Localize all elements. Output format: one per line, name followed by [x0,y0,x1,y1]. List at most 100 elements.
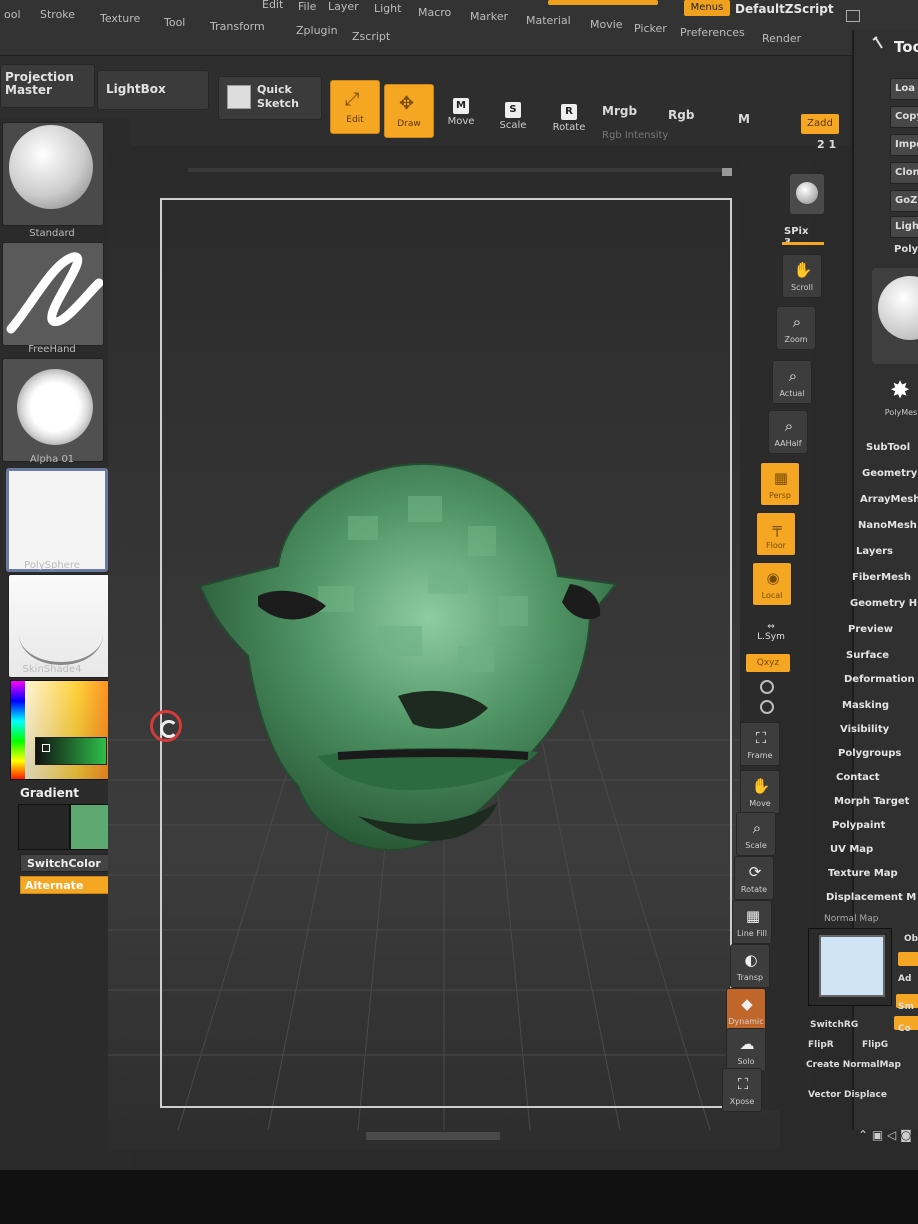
lightbox-tools-button[interactable]: Lightb [890,216,918,238]
clone-button[interactable]: Clone [890,162,918,184]
actual-button[interactable]: ⌕ Actual [772,360,812,404]
edit-mode-button[interactable]: ⤢ Edit [330,80,380,134]
texture-map-menu[interactable]: Texture Map [828,868,898,879]
polypaint-menu[interactable]: Polypaint [832,820,885,831]
nav-scale-button[interactable]: ⌕ Scale [736,812,776,856]
copy-tool-button[interactable]: Copy [890,106,918,128]
vector-displacement-menu[interactable]: Vector Displace [808,1090,887,1100]
nanomesh-menu[interactable]: NanoMesh [858,520,917,531]
solo-button[interactable]: ☁ Solo [726,1028,766,1072]
contact-menu[interactable]: Contact [836,772,880,783]
xpose-button[interactable]: ⛶ Xpose [722,1068,762,1112]
document-canvas[interactable] [108,150,780,1150]
flipg-button[interactable]: FlipG [862,1040,888,1050]
menu-movie[interactable]: Movie [590,18,623,31]
tool-palette-title[interactable]: Too [894,38,918,56]
material-selector[interactable] [8,574,110,678]
fibermesh-menu[interactable]: FiberMesh [852,572,911,583]
menu-light[interactable]: Light [374,2,401,15]
create-normalmap-button[interactable]: Create NormalMap [806,1060,901,1070]
uv-map-menu[interactable]: UV Map [830,844,873,855]
goz-button[interactable]: GoZ [890,190,918,212]
menu-alpha[interactable]: ool [4,8,21,21]
gizmo-icon[interactable] [150,710,182,742]
normal-map-thumbnail[interactable] [808,928,892,1006]
menu-file[interactable]: File [298,0,316,13]
current-tool-preview[interactable] [872,268,918,364]
preview-menu[interactable]: Preview [848,624,893,635]
rotate-axis-icon[interactable] [760,680,774,694]
main-color-swatch[interactable] [18,804,70,850]
nav-move-button[interactable]: ✋ Move [740,770,780,814]
window-restore-icon[interactable] [846,10,860,22]
polygroups-menu[interactable]: Polygroups [838,748,901,759]
switch-rgb-button[interactable]: SwitchRG [810,1020,858,1030]
menu-stroke[interactable]: Stroke [40,8,75,21]
projection-master-button[interactable]: Projection Master [0,64,95,108]
canvas-top-scrollbar[interactable] [188,168,728,172]
gradient-swatch[interactable] [35,737,107,765]
draw-mode-button[interactable]: ✥ Draw [384,84,434,138]
rgb-intensity-slider[interactable]: Rgb Intensity [602,130,668,141]
qxyz-button[interactable]: Qxyz [746,654,790,672]
zoom-button[interactable]: ⌕ Zoom [776,306,816,350]
menu-macro[interactable]: Macro [418,6,451,19]
gradient-label[interactable]: Gradient [20,786,79,800]
dynamic-button[interactable]: ◆ Dynamic [726,988,766,1032]
lightbox-button[interactable]: LightBox [97,70,209,110]
default-zscript-button[interactable]: DefaultZScript [735,2,834,16]
menu-transform[interactable]: Transform [210,20,265,33]
menu-layer[interactable]: Layer [328,0,359,13]
mrgb-button[interactable]: Mrgb [602,104,637,118]
normalmap-toggle-1[interactable] [898,952,918,966]
displacement-map-menu[interactable]: Displacement M [826,892,916,903]
floor-button[interactable]: ╤ Floor [756,512,796,556]
alpha-selector[interactable] [2,358,104,462]
polyf-button[interactable]: ▦ Line Fill [732,900,772,944]
normal-map-menu[interactable]: Normal Map [824,914,878,924]
frame-button[interactable]: ⛶ Frame [740,722,780,766]
menu-edit[interactable]: Edit [262,0,283,11]
lsym-button[interactable]: ⇔ L.Sym [754,622,788,642]
menus-toggle-button[interactable]: Menus [684,0,730,16]
visibility-menu[interactable]: Visibility [840,724,889,735]
alternate-button[interactable]: Alternate [20,876,122,894]
polymesh-thumb[interactable]: ✸ PolyMes [876,372,918,422]
stroke-selector[interactable] [2,242,104,346]
m-button[interactable]: M [738,112,750,126]
rotate-axis-icon-2[interactable] [760,700,774,714]
brush-selector[interactable] [2,122,104,226]
color-picker[interactable] [10,680,122,780]
morph-target-menu[interactable]: Morph Target [834,796,909,807]
menu-marker[interactable]: Marker [470,10,508,23]
menu-tool[interactable]: Tool [164,16,185,29]
sculpt-mesh[interactable] [198,456,618,856]
move-button[interactable]: M Move [446,98,476,127]
import-button[interactable]: Impo [890,134,918,156]
scroll-button[interactable]: ✋ Scroll [782,254,822,298]
top-slider[interactable] [548,0,658,5]
arraymesh-menu[interactable]: ArrayMesh [860,494,918,505]
menu-texture[interactable]: Texture [100,12,140,25]
switch-color-button[interactable]: SwitchColor [20,854,122,872]
layers-menu[interactable]: Layers [856,546,893,557]
local-button[interactable]: ◉ Local [752,562,792,606]
canvas-scroll-thumb[interactable] [722,168,732,176]
hue-strip[interactable] [11,681,25,779]
transp-button[interactable]: ◐ Transp [730,944,770,988]
tool-selector[interactable] [6,468,108,572]
menu-zscript[interactable]: Zscript [352,30,390,43]
aahalf-button[interactable]: ⌕ AAHalf [768,410,808,454]
surface-menu[interactable]: Surface [846,650,889,661]
rotate-button[interactable]: R Rotate [550,104,588,133]
nav-rotate-button[interactable]: ⟳ Rotate [734,856,774,900]
geometry-hd-menu[interactable]: Geometry H [850,598,917,609]
canvas-bottom-scrollbar[interactable] [366,1132,500,1140]
rgb-button[interactable]: Rgb [668,108,694,122]
menu-zplugin[interactable]: Zplugin [296,24,338,37]
menu-preferences[interactable]: Preferences [680,26,745,39]
menu-render[interactable]: Render [762,32,801,45]
masking-menu[interactable]: Masking [842,700,889,711]
sphere-icon[interactable] [790,174,824,214]
flipr-button[interactable]: FlipR [808,1040,834,1050]
